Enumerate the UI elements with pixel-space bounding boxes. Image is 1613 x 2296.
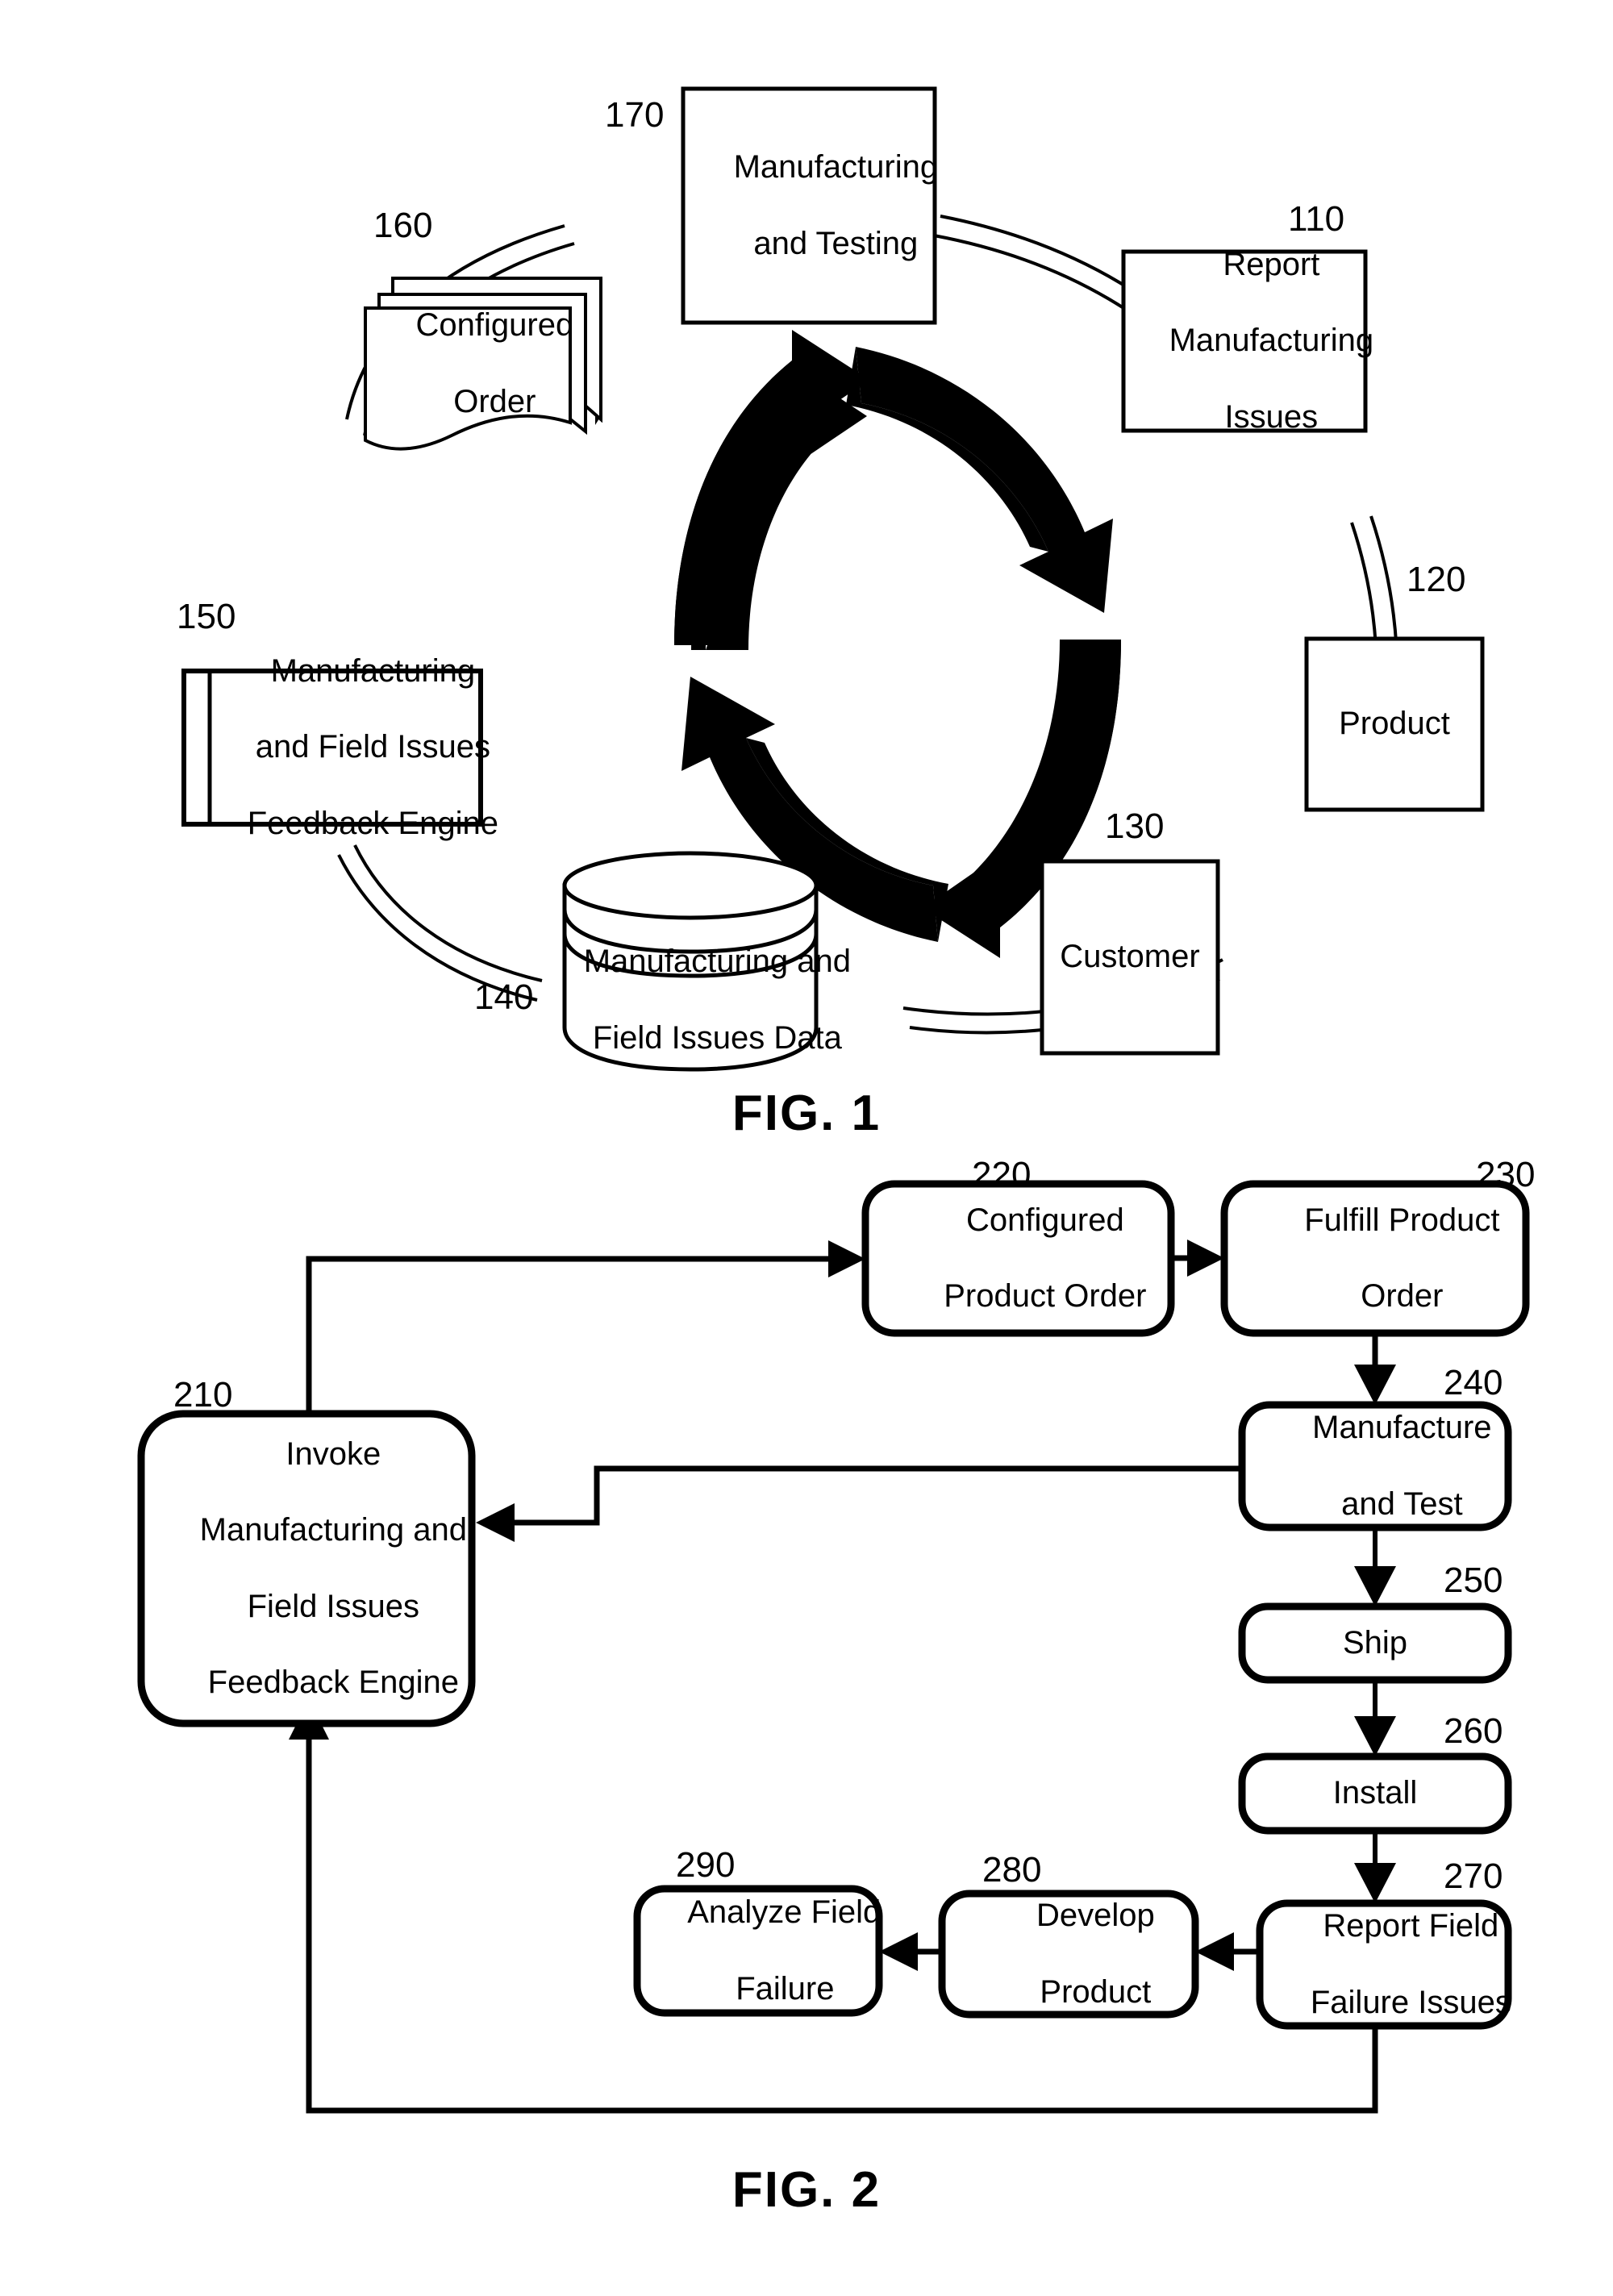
fig2-node-230-line2: Order — [1361, 1278, 1444, 1315]
fig1-node-110-line1: Report — [1223, 247, 1320, 283]
fig2-node-210-line4: Feedback Engine — [207, 1664, 459, 1700]
fig1-node-140-label: Manufacturing and Field Issues Data — [553, 944, 851, 1056]
fig2-arrowhead-230-in — [1187, 1240, 1224, 1277]
fig1-node-120-label: Product — [1307, 639, 1482, 810]
fig2-node-210-line1: Invoke — [286, 1436, 381, 1472]
fig2-ref-250: 250 — [1444, 1561, 1503, 1600]
fig2-node-290-label: Analyze Field Failure — [637, 1889, 882, 2013]
fig1-node-140-line2: Field Issues Data — [592, 1019, 842, 1056]
fig1-node-140-line1: Manufacturing and — [583, 944, 852, 980]
fig1-node-160-line2: Order — [453, 383, 536, 419]
fig2-node-210-line3: Field Issues — [247, 1588, 420, 1624]
fig2-node-220-line1: Configured — [966, 1202, 1124, 1238]
fig1-node-110-line2: Manufacturing — [1169, 323, 1374, 359]
fig2-node-280-label: Develop Product — [942, 1894, 1195, 2015]
fig2-caption: FIG. 2 — [731, 2162, 882, 2218]
fig1-node-130-label: Customer — [1042, 861, 1218, 1053]
fig1-node-150-line3: Feedback Engine — [247, 805, 499, 841]
fig2-node-290-line2: Failure — [736, 1970, 835, 2006]
fig2-node-270-line2: Failure Issues — [1310, 1984, 1511, 2020]
fig2-edge-210-to-220 — [306, 1256, 845, 1414]
fig2-node-290-line1: Analyze Field — [687, 1894, 882, 1931]
fig1-ref-140: 140 — [474, 977, 534, 1017]
fig2-node-270-label: Report Field Failure Issues — [1260, 1903, 1511, 2026]
fig2-arrowhead-280-in — [1195, 1932, 1234, 1971]
fig1-ref-160: 160 — [373, 206, 433, 245]
fig1-node-170-line2: and Testing — [753, 225, 919, 261]
fig1-node-110-label: Report Manufacturing Issues — [1123, 247, 1373, 435]
fig1-ref-120: 120 — [1407, 560, 1466, 599]
figure-sheet: 160 170 110 120 130 140 150 Manufacturin… — [0, 0, 1613, 2296]
fig1-node-150-line1: Manufacturing — [270, 653, 476, 690]
fig2-node-260-line1: Install — [1332, 1775, 1418, 1811]
fig1-node-170-label: Manufacturing and Testing — [683, 89, 939, 323]
fig2-node-250-line1: Ship — [1342, 1624, 1408, 1661]
fig2-node-280-line2: Product — [1040, 1973, 1152, 2010]
fig1-caption: FIG. 1 — [731, 1085, 882, 1141]
fig1-node-170-line1: Manufacturing — [733, 149, 939, 185]
fig1-node-120-line1: Product — [1339, 706, 1450, 742]
fig1-node-160-line1: Configured — [415, 307, 574, 344]
fig2-arrowhead-220-in — [828, 1240, 865, 1277]
fig1-node-130-line1: Customer — [1060, 939, 1200, 975]
fig2-edge-240-to-210 — [498, 1465, 1242, 1526]
fig1-node-150-label: Manufacturing and Field Issues Feedback … — [213, 653, 498, 841]
fig1-node-110-line3: Issues — [1224, 398, 1319, 435]
fig1-ref-130: 130 — [1105, 806, 1165, 846]
fig2-ref-260: 260 — [1444, 1711, 1503, 1751]
fig1-ref-170: 170 — [605, 95, 665, 135]
fig2-node-220-line2: Product Order — [944, 1278, 1147, 1315]
fig2-node-240-line2: and Test — [1341, 1486, 1463, 1522]
fig2-node-210-line2: Manufacturing and — [199, 1512, 467, 1548]
fig2-node-240-line1: Manufacture — [1312, 1410, 1492, 1446]
fig2-node-230-line1: Fulfill Product — [1304, 1202, 1500, 1238]
fig2-node-240-label: Manufacture and Test — [1242, 1405, 1508, 1527]
fig2-node-210-label: Invoke Manufacturing and Field Issues Fe… — [141, 1414, 472, 1723]
fig1-node-150-line2: and Field Issues — [255, 729, 490, 765]
fig2-arrowhead-260-in — [1354, 1716, 1396, 1756]
fig2-node-270-line1: Report Field — [1323, 1908, 1499, 1944]
fig2-node-230-label: Fulfill Product Order — [1224, 1184, 1526, 1333]
fig1-node-160-label: Configured Order — [365, 307, 574, 419]
fig2-arrowhead-290-in — [879, 1932, 918, 1971]
fig2-arrowhead-210-in-right — [476, 1503, 515, 1542]
fig2-node-220-label: Configured Product Order — [865, 1184, 1171, 1333]
fig2-node-280-line1: Develop — [1036, 1898, 1155, 1934]
fig2-node-260-label: Install — [1242, 1756, 1508, 1831]
fig2-node-250-label: Ship — [1242, 1606, 1508, 1680]
fig2-arrowhead-250-in — [1354, 1566, 1396, 1606]
